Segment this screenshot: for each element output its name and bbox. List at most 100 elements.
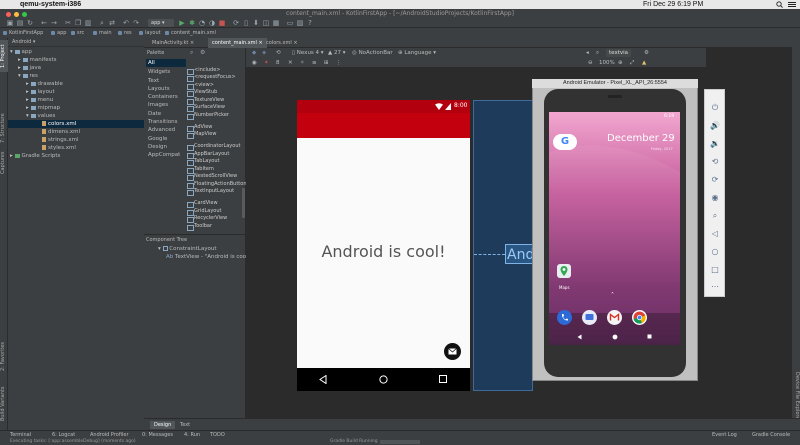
- tree-item-mipmap[interactable]: ▸ mipmap: [8, 104, 144, 112]
- tree-item-drawable[interactable]: ▸ drawable: [8, 80, 144, 88]
- tree-item-styles-xml[interactable]: styles.xml: [8, 144, 144, 152]
- help-icon[interactable]: ?: [306, 19, 314, 27]
- breadcrumb-app[interactable]: app: [50, 28, 66, 38]
- tab-mainactivity[interactable]: MainActivity.kt ×: [148, 38, 198, 48]
- api-select[interactable]: ▲ 27 ▾: [328, 49, 346, 57]
- layout-preview[interactable]: 8:00 Android is cool!: [297, 100, 470, 391]
- preview-textview[interactable]: Android is cool!: [297, 242, 470, 261]
- tree-item-menu[interactable]: ▸ menu: [8, 96, 144, 104]
- emulator-screen[interactable]: 6:19 G December 29 Friday, 2017 Maps ˄: [549, 112, 680, 345]
- volume-down-icon[interactable]: 🔉: [709, 138, 721, 150]
- tree-item-gradle-scripts[interactable]: ▸ Gradle Scripts: [8, 152, 144, 160]
- captures-tool-tab[interactable]: Captures: [0, 148, 8, 178]
- redo-icon[interactable]: ↷: [132, 19, 140, 27]
- sync-icon[interactable]: ↻: [26, 19, 34, 27]
- chrome-app-icon[interactable]: [632, 310, 647, 325]
- guidelines-icon[interactable]: ⋮: [336, 59, 342, 67]
- phone-app-icon[interactable]: [557, 310, 572, 325]
- app-menu-name[interactable]: qemu-system-i386: [20, 0, 81, 9]
- run-config-select[interactable]: app ▾: [148, 19, 174, 27]
- forward-icon[interactable]: →: [50, 19, 58, 27]
- messages-app-icon[interactable]: [582, 310, 597, 325]
- palette-search-icon[interactable]: ⌕: [190, 49, 193, 57]
- replace-icon[interactable]: ⇄: [108, 19, 116, 27]
- design-mode-icon[interactable]: ◆: [252, 49, 256, 57]
- gradle-sync-icon[interactable]: ⟳: [232, 19, 240, 27]
- tree-item-layout[interactable]: ▸ layout: [8, 88, 144, 96]
- spotlight-icon[interactable]: [776, 1, 783, 8]
- zoom-icon[interactable]: ⌕: [709, 210, 721, 222]
- palette-item[interactable]: SurfaceView: [187, 104, 225, 112]
- clear-constraints-icon[interactable]: ✕: [288, 59, 293, 67]
- back-icon[interactable]: ←: [40, 19, 48, 27]
- breadcrumb-project[interactable]: KotlinFirstApp: [2, 28, 43, 38]
- palette-category-widgets[interactable]: Widgets: [146, 68, 184, 76]
- align-icon[interactable]: ⊞: [324, 59, 329, 67]
- tree-item-strings-xml[interactable]: strings.xml: [8, 136, 144, 144]
- autoconnect-icon[interactable]: ✦: [264, 59, 269, 67]
- palette-category-layouts[interactable]: Layouts: [146, 85, 184, 93]
- floating-action-button[interactable]: [444, 343, 461, 360]
- theme-select[interactable]: ◎ NoActionBar: [352, 49, 393, 57]
- paste-icon[interactable]: ▥: [84, 19, 92, 27]
- warnings-icon[interactable]: ▲: [642, 59, 646, 67]
- volume-up-icon[interactable]: 🔊: [709, 120, 721, 132]
- tree-item-colors-xml[interactable]: colors.xml: [8, 120, 144, 128]
- gmail-app-icon[interactable]: [607, 310, 622, 325]
- palette-settings-icon[interactable]: ⚙: [200, 49, 205, 56]
- device-select[interactable]: ▯ Nexus 4 ▾: [292, 49, 324, 57]
- favorites-tool-tab[interactable]: 2: Favorites: [0, 338, 8, 374]
- rotate-left-icon[interactable]: ⟲: [709, 156, 721, 168]
- attributes-toggle[interactable]: ◂: [586, 49, 589, 57]
- rotate-right-icon[interactable]: ⟳: [709, 174, 721, 186]
- power-icon[interactable]: ⏻: [709, 102, 721, 114]
- palette-category-design[interactable]: Design: [146, 143, 184, 151]
- undo-icon[interactable]: ↶: [122, 19, 130, 27]
- tree-item-values[interactable]: ▾ values: [8, 112, 144, 120]
- default-margins-icon[interactable]: 8: [276, 59, 280, 67]
- cut-icon[interactable]: ✂: [64, 19, 72, 27]
- palette-item[interactable]: NestedScrollView: [187, 173, 237, 181]
- tab-content-main[interactable]: content_main.xml ×: [208, 38, 267, 48]
- palette-category-containers[interactable]: Containers: [146, 93, 184, 101]
- tree-item-manifests[interactable]: ▸ manifests: [8, 56, 144, 64]
- terminal-icon[interactable]: ▭: [286, 19, 294, 27]
- coverage-icon[interactable]: ◑: [208, 19, 216, 27]
- tree-item-java[interactable]: ▸ java: [8, 64, 144, 72]
- structure-tool-tab[interactable]: 7: Structure: [0, 110, 8, 146]
- infer-constraints-icon[interactable]: ✧: [300, 59, 305, 67]
- screenshot-icon[interactable]: ◉: [709, 192, 721, 204]
- palette-item[interactable]: Toolbar: [187, 223, 212, 231]
- project-view-selector[interactable]: Android ▾: [8, 38, 144, 47]
- zoom-fit-icon[interactable]: ⤢: [630, 59, 634, 67]
- component-tree-root[interactable]: ▾ ConstraintLayout: [158, 246, 216, 252]
- palette-category-date[interactable]: Date: [146, 110, 184, 118]
- home-button-icon[interactable]: ○: [709, 246, 721, 258]
- profile-icon[interactable]: ◔: [198, 19, 206, 27]
- build-variants-tool-tab[interactable]: Build Variants: [0, 383, 8, 425]
- close-window-button[interactable]: [6, 12, 11, 17]
- menubar-clock[interactable]: Fri Dec 29 6:19 PM: [643, 0, 703, 9]
- palette-item[interactable]: <requestFocus>: [187, 74, 236, 82]
- more-icon[interactable]: ⋯: [709, 281, 721, 293]
- palette-category-all[interactable]: All: [146, 59, 186, 67]
- google-search-widget[interactable]: G: [553, 134, 577, 150]
- palette-category-transitions[interactable]: Transitions: [146, 118, 184, 126]
- app-drawer-handle-icon[interactable]: ˄: [611, 292, 614, 299]
- palette-item[interactable]: MapView: [187, 131, 216, 139]
- breadcrumb-layout[interactable]: layout: [138, 28, 161, 38]
- palette-category-advanced[interactable]: Advanced: [146, 126, 184, 134]
- attribute-search-input[interactable]: textvia: [606, 49, 632, 57]
- component-tree-textview[interactable]: Ab TextView - "Android is cool!": [166, 254, 252, 260]
- overview-button-icon[interactable]: □: [709, 264, 721, 276]
- palette-item[interactable]: TextInputLayout: [187, 188, 234, 196]
- palette-item[interactable]: CoordinatorLayout: [187, 143, 240, 151]
- blueprint-mode-icon[interactable]: ◈: [262, 49, 266, 57]
- zoom-window-button[interactable]: [22, 12, 27, 17]
- maps-app-icon[interactable]: [557, 264, 571, 278]
- palette-category-google[interactable]: Google: [146, 135, 184, 143]
- zoom-in-icon[interactable]: ⊕: [618, 59, 623, 67]
- avd-manager-icon[interactable]: ▯: [242, 19, 250, 27]
- find-icon[interactable]: ⌕: [98, 19, 106, 27]
- attribute-search-icon[interactable]: ⌕: [596, 49, 599, 57]
